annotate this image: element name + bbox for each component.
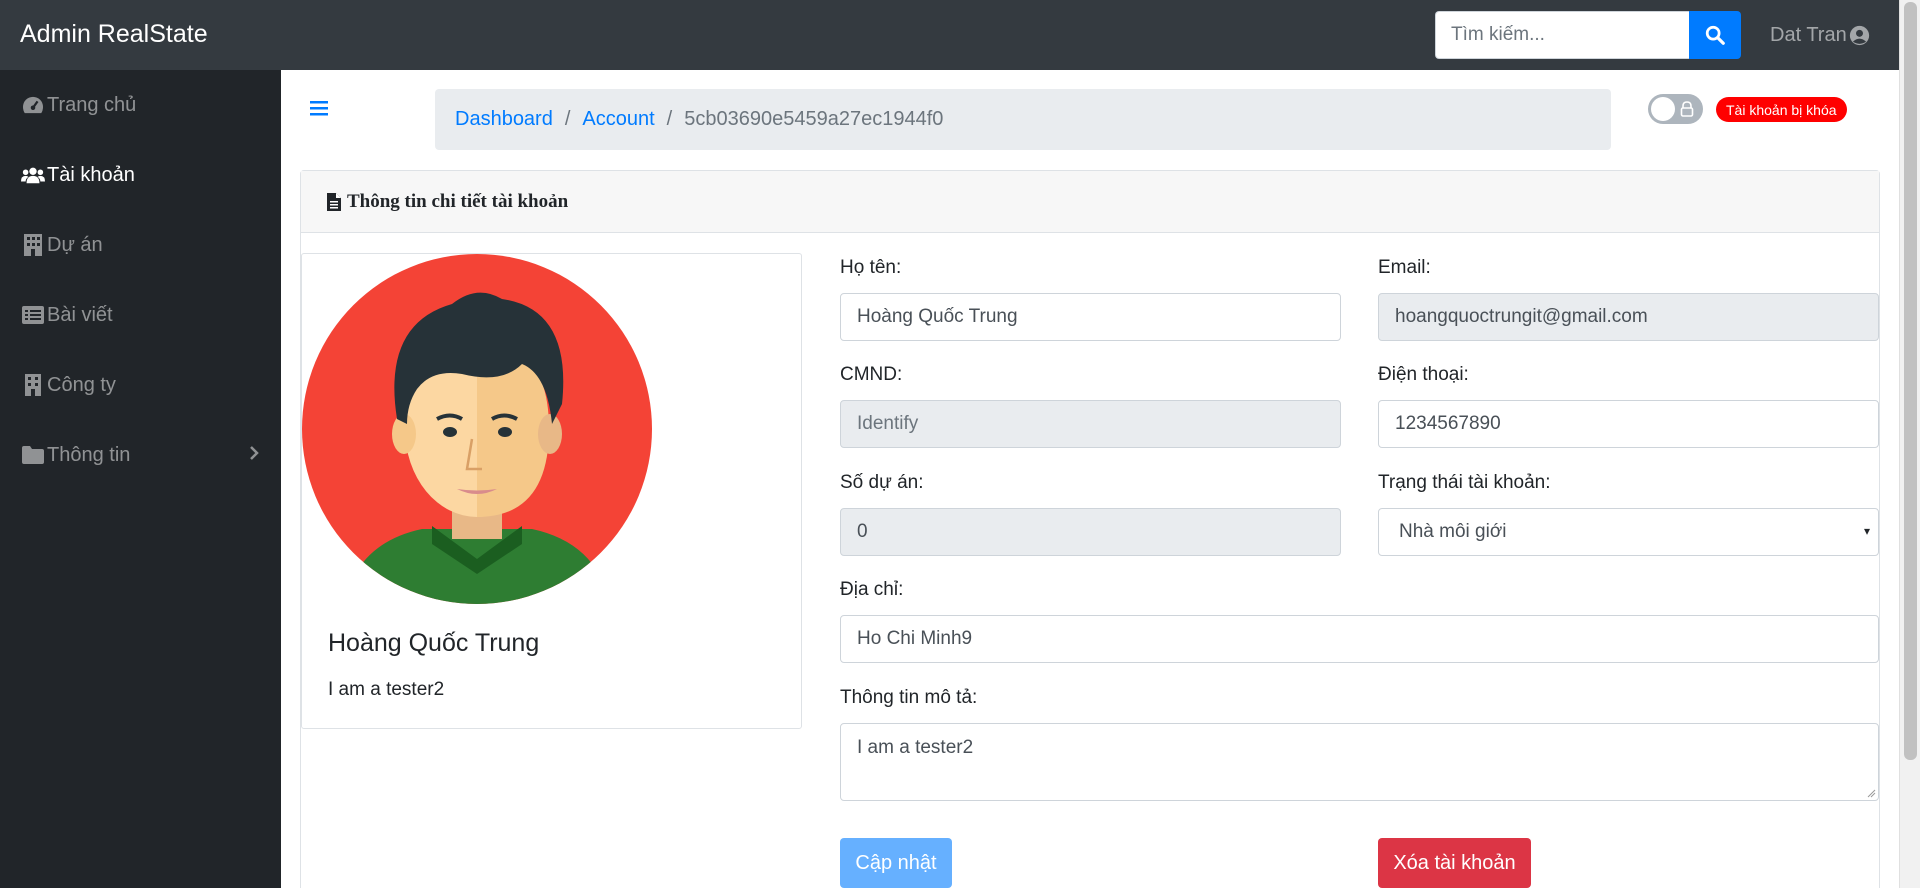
user-menu[interactable]: Dat Tran [1770, 24, 1870, 47]
cmnd-field[interactable]: Identify [840, 400, 1341, 448]
profile-card: Hoàng Quốc Trung I am a tester2 [301, 253, 802, 729]
account-status-label: Trạng thái tài khoản: [1378, 472, 1551, 493]
breadcrumb-link-dashboard[interactable]: Dashboard [455, 108, 553, 131]
projects-count-label: Số dự án: [840, 472, 924, 493]
caret-down-icon: ▾ [1863, 524, 1870, 538]
sidebar-item-label: Bài viết [47, 303, 113, 326]
description-value: I am a tester2 [857, 737, 974, 758]
name-field[interactable]: Hoàng Quốc Trung [840, 293, 1341, 341]
file-text-icon [327, 192, 341, 211]
breadcrumb-separator: / [564, 108, 571, 130]
building-icon [21, 373, 45, 397]
sidebar-item-label: Trang chủ [47, 93, 137, 116]
page-scrollbar[interactable] [1899, 0, 1920, 888]
toggle-knob [1651, 97, 1675, 121]
sidebar-item-label: Thông tin [47, 443, 131, 466]
scrollbar-thumb[interactable] [1904, 2, 1917, 760]
breadcrumb-current: 5cb03690e5459a27ec1944f0 [684, 108, 944, 130]
bars-icon [310, 101, 328, 116]
name-label: Họ tên: [840, 257, 902, 278]
sidebar: Trang chủ Tài khoản Dự án Bài viết Công … [0, 70, 281, 888]
phone-field[interactable]: 1234567890 [1378, 400, 1879, 448]
account-status-value: Nhà môi giới [1399, 521, 1507, 542]
sidebar-item-tai-khoan[interactable]: Tài khoản [0, 140, 281, 210]
card-title: Thông tin chi tiết tài khoản [347, 190, 569, 212]
sidebar-item-thong-tin[interactable]: Thông tin [0, 420, 281, 490]
profile-bio: I am a tester2 [328, 679, 445, 700]
breadcrumb-link-account[interactable]: Account [582, 108, 654, 131]
phone-label: Điện thoại: [1378, 364, 1469, 385]
account-lock-toggle[interactable] [1648, 94, 1703, 124]
profile-name: Hoàng Quốc Trung [328, 629, 540, 657]
sidebar-item-label: Công ty [47, 373, 116, 396]
description-label: Thông tin mô tả: [840, 687, 978, 708]
sidebar-toggle-button[interactable] [310, 100, 328, 121]
address-field[interactable]: Ho Chi Minh9 [840, 615, 1879, 663]
avatar [302, 254, 652, 604]
user-name: Dat Tran [1770, 24, 1847, 46]
breadcrumb-separator: / [666, 108, 673, 130]
search-button[interactable] [1689, 11, 1741, 59]
sidebar-item-label: Tài khoản [47, 163, 135, 186]
lock-icon [1680, 101, 1694, 117]
sidebar-item-trang-chu[interactable]: Trang chủ [0, 70, 281, 140]
users-icon [21, 163, 45, 187]
update-button[interactable]: Cập nhật [840, 838, 952, 888]
locked-status-badge: Tài khoản bị khóa [1716, 97, 1847, 122]
search-icon [1705, 25, 1725, 45]
delete-account-button[interactable]: Xóa tài khoản [1378, 838, 1531, 888]
address-label: Địa chỉ: [840, 579, 904, 600]
card-header: Thông tin chi tiết tài khoản [301, 171, 1879, 233]
description-textarea[interactable]: I am a tester2 [840, 723, 1879, 801]
search-form [1435, 11, 1741, 59]
sidebar-item-du-an[interactable]: Dự án [0, 210, 281, 280]
list-alt-icon [21, 303, 45, 327]
account-status-select[interactable]: Nhà môi giới ▾ [1378, 508, 1879, 556]
user-circle-icon [1849, 25, 1869, 46]
sidebar-item-cong-ty[interactable]: Công ty [0, 350, 281, 420]
sidebar-item-label: Dự án [47, 233, 103, 256]
cmnd-label: CMND: [840, 364, 903, 385]
email-label: Email: [1378, 257, 1431, 278]
top-navbar: Admin RealState Dat Tran [0, 0, 1899, 70]
brand-title[interactable]: Admin RealState [20, 20, 208, 49]
breadcrumb: Dashboard / Account / 5cb03690e5459a27ec… [435, 89, 1611, 150]
search-input[interactable] [1435, 11, 1689, 59]
sidebar-item-bai-viet[interactable]: Bài viết [0, 280, 281, 350]
email-field[interactable]: hoangquoctrungit@gmail.com [1378, 293, 1879, 341]
tachometer-icon [21, 93, 45, 117]
projects-count-field[interactable]: 0 [840, 508, 1341, 556]
folder-icon [21, 443, 45, 467]
building-icon [21, 233, 45, 257]
chevron-right-icon [249, 444, 259, 467]
resize-handle-icon[interactable] [1866, 788, 1876, 798]
